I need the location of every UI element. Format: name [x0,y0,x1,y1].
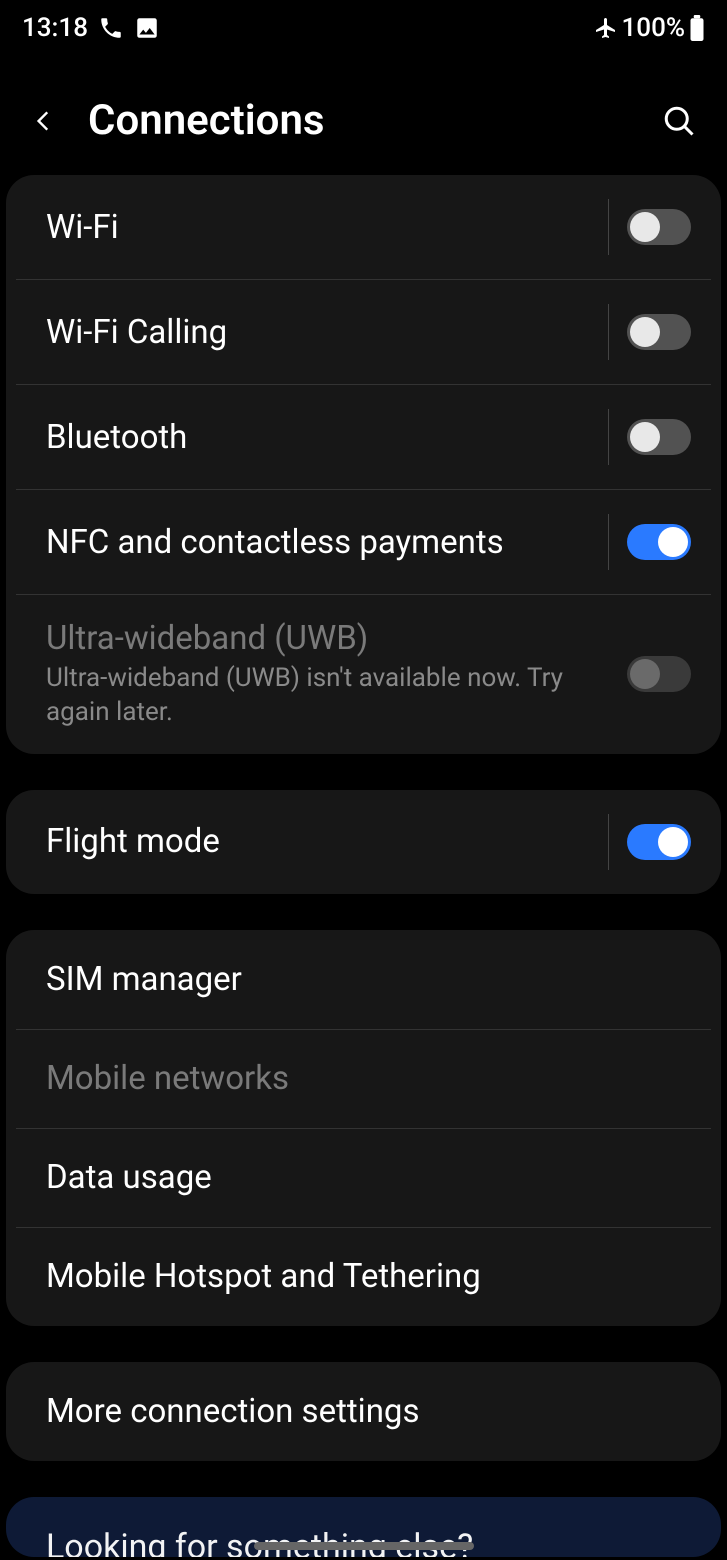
uwb-toggle [627,656,691,692]
battery-icon [689,15,705,41]
status-time: 13:18 [22,13,88,43]
mobile-networks-row: Mobile networks [16,1029,711,1128]
hotspot-label: Mobile Hotspot and Tethering [46,1257,691,1296]
mobile-networks-label: Mobile networks [46,1059,691,1098]
flight-mode-toggle[interactable] [627,824,691,860]
page-title: Connections [88,96,631,145]
more-connection-settings-row[interactable]: More connection settings [6,1362,721,1461]
wifi-row[interactable]: Wi-Fi [6,175,721,279]
data-usage-row[interactable]: Data usage [16,1128,711,1227]
connections-group-1: Wi-Fi Wi-Fi Calling Bluetooth NFC and co… [6,175,721,754]
wifi-calling-row[interactable]: Wi-Fi Calling [16,279,711,384]
flight-mode-label: Flight mode [46,822,592,861]
wifi-calling-toggle[interactable] [627,314,691,350]
status-battery-text: 100% [622,13,685,43]
uwb-row: Ultra-wideband (UWB) Ultra-wideband (UWB… [16,594,711,754]
wifi-label: Wi-Fi [46,208,592,247]
status-left: 13:18 [22,13,160,43]
bluetooth-row[interactable]: Bluetooth [16,384,711,489]
back-button[interactable] [24,101,64,141]
bluetooth-label: Bluetooth [46,418,592,457]
uwb-subtitle: Ultra-wideband (UWB) isn't available now… [46,662,593,730]
page-header: Connections [0,56,727,175]
connections-group-3: SIM manager Mobile networks Data usage M… [6,930,721,1326]
status-bar: 13:18 100% [0,0,727,56]
search-button[interactable] [655,97,703,145]
flight-mode-row[interactable]: Flight mode [6,790,721,894]
wifi-toggle[interactable] [627,209,691,245]
nfc-row[interactable]: NFC and contactless payments [16,489,711,594]
gesture-bar[interactable] [254,1542,474,1550]
wifi-calling-status-icon [98,15,124,41]
airplane-status-icon [594,16,618,40]
hotspot-row[interactable]: Mobile Hotspot and Tethering [16,1227,711,1326]
more-connection-settings-label: More connection settings [46,1392,691,1431]
nfc-label: NFC and contactless payments [46,523,592,562]
picture-status-icon [134,15,160,41]
connections-group-2: Flight mode [6,790,721,894]
wifi-calling-label: Wi-Fi Calling [46,313,592,352]
connections-group-4: More connection settings [6,1362,721,1461]
status-right: 100% [594,13,705,43]
sim-manager-label: SIM manager [46,960,691,999]
sim-manager-row[interactable]: SIM manager [6,930,721,1029]
nfc-toggle[interactable] [627,524,691,560]
data-usage-label: Data usage [46,1158,691,1197]
bluetooth-toggle[interactable] [627,419,691,455]
uwb-label: Ultra-wideband (UWB) [46,619,593,658]
